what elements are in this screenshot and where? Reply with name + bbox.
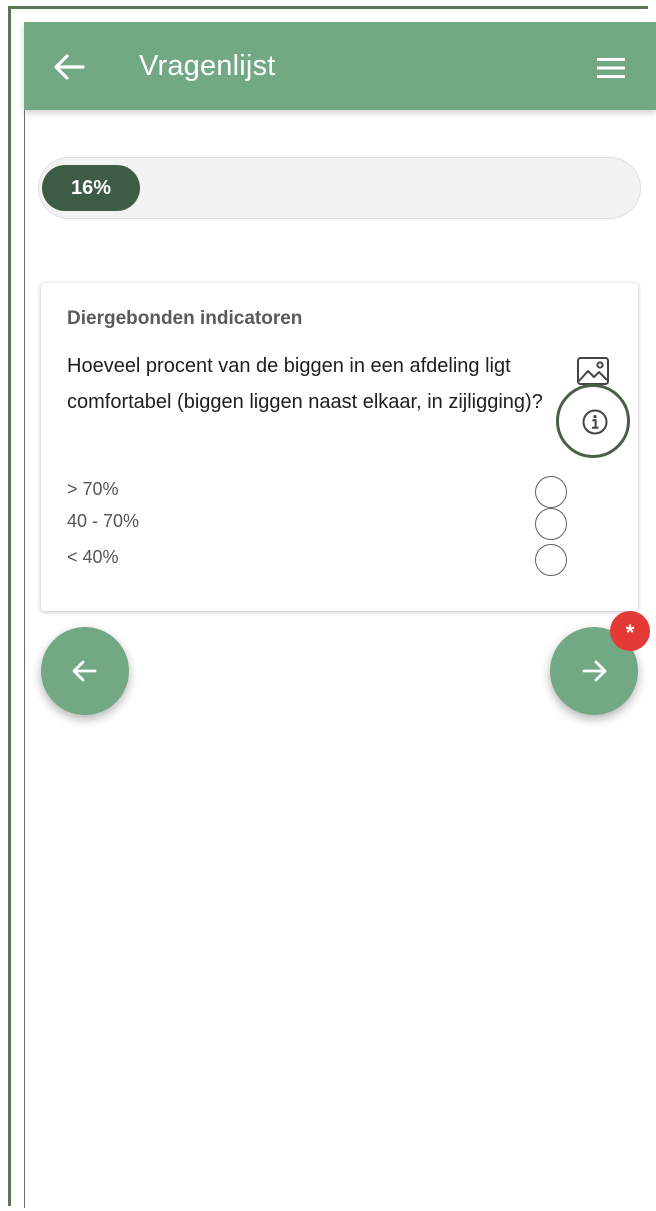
menu-icon[interactable] — [594, 54, 630, 82]
section-title: Diergebonden indicatoren — [67, 308, 303, 329]
option-item[interactable]: 40 - 70% — [67, 505, 607, 541]
option-item[interactable]: < 40% — [67, 541, 607, 577]
radio-button[interactable] — [535, 508, 567, 540]
radio-button[interactable] — [535, 544, 567, 576]
info-highlight-ring — [556, 384, 630, 458]
question-card: Diergebonden indicatoren Hoeveel procent… — [41, 283, 638, 611]
radio-button[interactable] — [535, 476, 567, 508]
previous-button[interactable] — [41, 627, 129, 715]
back-arrow-icon[interactable] — [52, 52, 86, 82]
required-badge: * — [610, 611, 650, 651]
arrow-left-icon — [72, 660, 97, 682]
page-title: Vragenlijst — [139, 50, 276, 82]
option-label: > 70% — [67, 479, 119, 499]
image-icon[interactable] — [576, 356, 610, 386]
question-text: Hoeveel procent van de biggen in een afd… — [67, 355, 543, 413]
option-label: 40 - 70% — [67, 511, 140, 531]
progress-label: 16% — [70, 177, 112, 199]
arrow-right-icon — [582, 660, 607, 682]
option-item[interactable]: > 70% — [67, 473, 607, 509]
app-bar: Vragenlijst — [24, 22, 656, 110]
option-label: < 40% — [67, 547, 119, 567]
